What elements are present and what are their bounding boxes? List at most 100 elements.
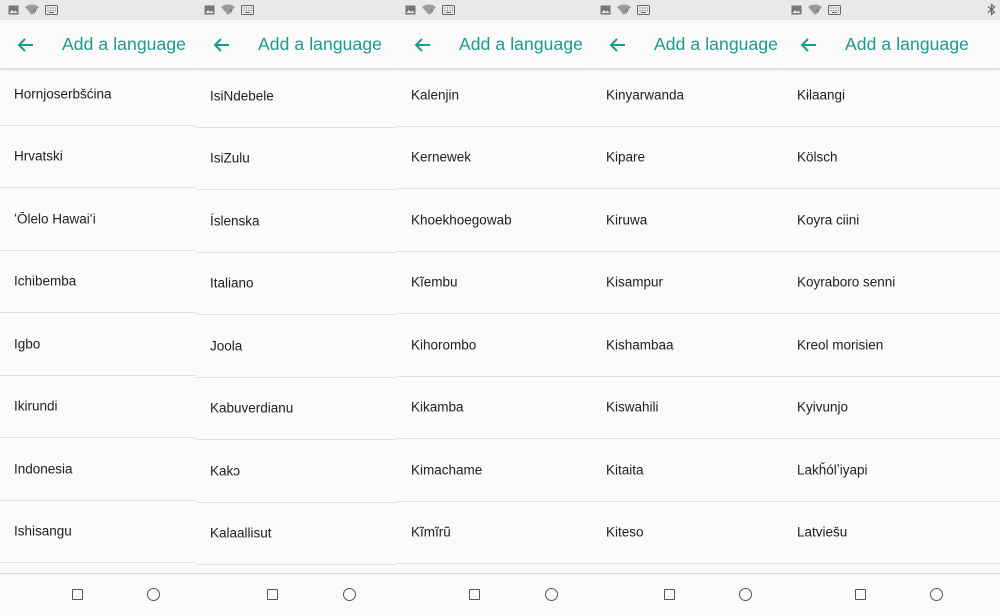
language-list-item[interactable]: Kikamba [397, 377, 592, 439]
language-label: Ishisangu [14, 523, 72, 539]
language-list-item[interactable]: Kimachame [397, 439, 592, 502]
language-list-item[interactable]: ʻŌlelo Hawaiʻi [0, 188, 196, 251]
language-list-item[interactable]: Kernewek [397, 127, 592, 189]
language-label: Kabuverdianu [210, 400, 294, 416]
language-list: Kɨlaangi Kölsch Koyra ciini Koyraboro se… [783, 64, 1000, 564]
screen-panel-4: ? Add a language Kinyarwanda Kipare Kiru… [592, 0, 783, 615]
language-list-item[interactable]: Kishambaa [592, 314, 783, 377]
language-list-item[interactable]: Kiruwa [592, 189, 783, 252]
language-list-item[interactable]: Kakɔ [196, 440, 397, 503]
circle-icon[interactable] [739, 588, 752, 601]
language-list-item[interactable]: Kyivunjo [783, 377, 1000, 439]
language-list-item[interactable]: Kĩmĩrũ [397, 502, 592, 564]
language-label: Koyra ciini [797, 212, 860, 228]
language-list-item[interactable]: Ikirundi [0, 376, 196, 438]
screen-panel-3: ? Add a language Kalenjin Kernewek Khoek… [397, 0, 592, 615]
page-title: Add a language [845, 34, 970, 54]
language-list-item[interactable]: Kalenjin [397, 64, 592, 127]
wifi-question-icon: ? [221, 4, 235, 15]
language-list-item[interactable]: Kɨlaangi [783, 64, 1000, 127]
language-list-item[interactable]: Kihorombo [397, 314, 592, 377]
language-label: Kalenjin [411, 87, 460, 103]
language-list-item[interactable]: Kisampur [592, 252, 783, 314]
language-list: Hornjoserbšćina Hrvatski ʻŌlelo Hawaiʻi … [0, 63, 196, 563]
language-label: Joola [210, 338, 243, 354]
square-icon[interactable] [72, 589, 83, 600]
language-label: Íslenska [210, 213, 260, 229]
arrow-left-icon[interactable] [411, 34, 433, 56]
language-list-item[interactable]: Kiteso [592, 502, 783, 564]
app-bar: Add a language [397, 20, 592, 69]
language-label: Kipare [606, 149, 646, 165]
svg-text:?: ? [816, 10, 820, 15]
language-list-item[interactable]: Italiano [196, 253, 397, 315]
language-label: Latviešu [797, 524, 848, 540]
image-icon [405, 5, 416, 14]
language-list-item[interactable]: Kabuverdianu [196, 378, 397, 440]
navigation-bar [783, 573, 1000, 615]
arrow-left-icon[interactable] [210, 34, 232, 56]
arrow-left-icon[interactable] [797, 34, 819, 56]
language-list-item[interactable]: Hrvatski [0, 126, 196, 188]
language-list-item[interactable]: Kölsch [783, 127, 1000, 189]
image-icon [204, 5, 215, 14]
square-icon[interactable] [469, 589, 480, 600]
square-icon[interactable] [664, 589, 675, 600]
language-list-item[interactable]: IsiNdebele [196, 65, 397, 128]
language-list-item[interactable]: Kiswahili [592, 377, 783, 439]
language-list-item[interactable]: Khoekhoegowab [397, 189, 592, 252]
app-bar: Add a language [0, 20, 196, 69]
language-label: Kihorombo [411, 337, 477, 353]
language-list-item[interactable]: Koyraboro senni [783, 252, 1000, 314]
language-list-item[interactable]: Kalaallisut [196, 503, 397, 565]
language-list: Kalenjin Kernewek Khoekhoegowab Kĩembu K… [397, 64, 592, 564]
language-list-item[interactable]: Igbo [0, 313, 196, 376]
language-list-item[interactable]: IsiZulu [196, 128, 397, 190]
wifi-question-icon: ? [422, 4, 436, 15]
wifi-question-icon: ? [617, 4, 631, 15]
circle-icon[interactable] [545, 588, 558, 601]
language-list-item[interactable]: Latviešu [783, 502, 1000, 564]
image-icon [791, 5, 802, 14]
language-list-item[interactable]: Kipare [592, 127, 783, 189]
language-list-item[interactable]: Ishisangu [0, 501, 196, 563]
wifi-question-icon: ? [25, 4, 39, 15]
keyboard-icon [241, 4, 254, 15]
language-list-item[interactable]: Íslenska [196, 190, 397, 253]
language-list-item[interactable]: Indonesia [0, 438, 196, 501]
navigation-bar [196, 573, 397, 615]
language-list-item[interactable]: Ichibemba [0, 251, 196, 313]
language-label: ʻŌlelo Hawaiʻi [14, 211, 96, 227]
language-label: Igbo [14, 336, 41, 352]
language-label: Kikamba [411, 399, 464, 415]
circle-icon[interactable] [147, 588, 160, 601]
square-icon[interactable] [855, 589, 866, 600]
wifi-question-icon: ? [808, 4, 822, 15]
language-list-item[interactable]: Kĩembu [397, 252, 592, 314]
language-list: Kinyarwanda Kipare Kiruwa Kisampur Kisha… [592, 64, 783, 564]
language-list-item[interactable]: Joola [196, 315, 397, 378]
status-bar: ? [397, 0, 592, 20]
circle-icon[interactable] [930, 588, 943, 601]
page-title: Add a language [459, 34, 584, 54]
circle-icon[interactable] [343, 588, 356, 601]
status-bar: ? [0, 0, 196, 20]
svg-text:?: ? [430, 10, 434, 15]
arrow-left-icon[interactable] [606, 34, 628, 56]
arrow-left-icon[interactable] [14, 34, 36, 56]
language-list-item[interactable]: Hornjoserbšćina [0, 63, 196, 126]
language-label: Ichibemba [14, 273, 77, 289]
language-list-item[interactable]: Kitaita [592, 439, 783, 502]
language-label: Kalaallisut [210, 525, 272, 541]
status-bar: ? [196, 0, 397, 20]
image-icon [600, 5, 611, 14]
language-list-item[interactable]: Kinyarwanda [592, 64, 783, 127]
language-list-item[interactable]: Lakȟólʼiyapi [783, 439, 1000, 502]
navigation-bar [0, 573, 196, 615]
language-list-item[interactable]: Kreol morisien [783, 314, 1000, 377]
language-label: Hrvatski [14, 148, 63, 164]
keyboard-icon [45, 4, 58, 15]
language-list-item[interactable]: Koyra ciini [783, 189, 1000, 252]
language-label: Ikirundi [14, 398, 58, 414]
square-icon[interactable] [267, 589, 278, 600]
